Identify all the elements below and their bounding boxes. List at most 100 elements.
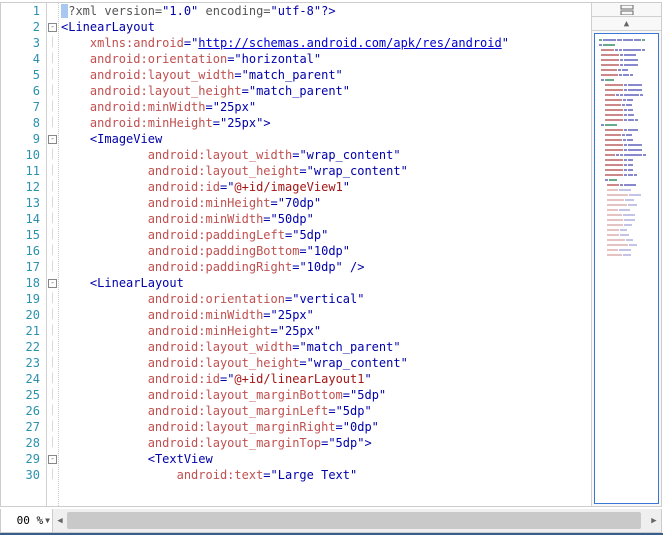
line-number[interactable]: 6	[1, 83, 40, 99]
line-number[interactable]: 11	[1, 163, 40, 179]
namespace-url[interactable]: http://schemas.android.com/apk/res/andro…	[198, 36, 501, 50]
code-line[interactable]: android:paddingBottom="10dp"	[59, 243, 591, 259]
fold-guide: │	[47, 339, 58, 355]
fold-toggle-icon[interactable]: -	[47, 451, 58, 467]
code-line[interactable]: android:layout_height="match_parent"	[59, 83, 591, 99]
code-line[interactable]: android:minHeight="70dp"	[59, 195, 591, 211]
code-line[interactable]: <?xml version="1.0" encoding="utf-8"?>	[59, 3, 591, 19]
code-line[interactable]: android:layout_height="wrap_content"	[59, 163, 591, 179]
fold-toggle-icon[interactable]: -	[47, 131, 58, 147]
minimap-panel: ▲	[591, 3, 661, 506]
line-number[interactable]: 25	[1, 387, 40, 403]
code-line[interactable]: <LinearLayout	[59, 275, 591, 291]
line-number[interactable]: 23	[1, 355, 40, 371]
scrollbar-thumb[interactable]	[67, 512, 641, 529]
code-line[interactable]: android:id="@+id/imageView1"	[59, 179, 591, 195]
fold-guide: │	[47, 227, 58, 243]
code-line[interactable]: xmlns:android="http://schemas.android.co…	[59, 35, 591, 51]
line-number[interactable]: 4	[1, 51, 40, 67]
zoom-value: 00 %	[17, 514, 44, 527]
line-number[interactable]: 13	[1, 195, 40, 211]
fold-guide: │	[47, 67, 58, 83]
code-line[interactable]: android:minHeight="25px"	[59, 323, 591, 339]
fold-guide: │	[47, 419, 58, 435]
fold-guide: │	[47, 435, 58, 451]
line-number[interactable]: 27	[1, 419, 40, 435]
fold-guide: │	[47, 467, 58, 483]
line-number[interactable]: 28	[1, 435, 40, 451]
code-line[interactable]: android:layout_marginBottom="5dp"	[59, 387, 591, 403]
line-number[interactable]: 9	[1, 131, 40, 147]
fold-guide: │	[47, 355, 58, 371]
code-line[interactable]: <ImageView	[59, 131, 591, 147]
line-number[interactable]: 18	[1, 275, 40, 291]
fold-guide: │	[47, 323, 58, 339]
zoom-level[interactable]: 00 % ▼	[1, 509, 53, 532]
code-area[interactable]: <?xml version="1.0" encoding="utf-8"?><L…	[59, 3, 591, 506]
line-number[interactable]: 1	[1, 3, 40, 19]
fold-guide: │	[47, 307, 58, 323]
code-line[interactable]: android:orientation="vertical"	[59, 291, 591, 307]
code-line[interactable]: <LinearLayout	[59, 19, 591, 35]
line-number[interactable]: 19	[1, 291, 40, 307]
code-line[interactable]: android:minHeight="25px">	[59, 115, 591, 131]
fold-guide: │	[47, 35, 58, 51]
fold-column[interactable]: -││││││-││││││││-││││││││││-│	[47, 3, 59, 506]
code-line[interactable]: android:layout_marginRight="0dp"	[59, 419, 591, 435]
line-number-gutter[interactable]: 1234567891011121314151617181920212223242…	[1, 3, 47, 506]
line-number[interactable]: 17	[1, 259, 40, 275]
line-number[interactable]: 21	[1, 323, 40, 339]
line-number[interactable]: 22	[1, 339, 40, 355]
line-number[interactable]: 26	[1, 403, 40, 419]
line-number[interactable]: 16	[1, 243, 40, 259]
fold-guide: │	[47, 163, 58, 179]
line-number[interactable]: 29	[1, 451, 40, 467]
line-number[interactable]: 7	[1, 99, 40, 115]
code-line[interactable]: android:layout_width="wrap_content"	[59, 147, 591, 163]
editor-body: 1234567891011121314151617181920212223242…	[1, 3, 661, 506]
horizontal-scrollbar[interactable]: ◀ ▶	[53, 509, 661, 532]
fold-guide: │	[47, 211, 58, 227]
fold-guide: │	[47, 147, 58, 163]
split-horizontal-icon[interactable]	[592, 3, 661, 17]
fold-toggle-icon[interactable]: -	[47, 19, 58, 35]
code-line[interactable]: android:id="@+id/linearLayout1"	[59, 371, 591, 387]
line-number[interactable]: 30	[1, 467, 40, 483]
scroll-left-icon[interactable]: ◀	[53, 509, 67, 532]
code-line[interactable]: android:layout_width="match_parent"	[59, 339, 591, 355]
code-line[interactable]: android:minWidth="25px"	[59, 99, 591, 115]
code-line[interactable]: android:minWidth="50dp"	[59, 211, 591, 227]
line-number[interactable]: 15	[1, 227, 40, 243]
fold-guide: │	[47, 291, 58, 307]
fold-guide: │	[47, 83, 58, 99]
code-line[interactable]: android:orientation="horizontal"	[59, 51, 591, 67]
scroll-right-icon[interactable]: ▶	[647, 509, 661, 532]
line-number[interactable]: 10	[1, 147, 40, 163]
line-number[interactable]: 2	[1, 19, 40, 35]
code-line[interactable]: android:layout_height="wrap_content"	[59, 355, 591, 371]
code-line[interactable]: android:layout_marginTop="5dp">	[59, 435, 591, 451]
code-line[interactable]: android:minWidth="25px"	[59, 307, 591, 323]
line-number[interactable]: 12	[1, 179, 40, 195]
line-number[interactable]: 5	[1, 67, 40, 83]
fold-guide: │	[47, 243, 58, 259]
fold-guide	[47, 3, 58, 19]
fold-guide: │	[47, 403, 58, 419]
line-number[interactable]: 24	[1, 371, 40, 387]
code-line[interactable]: android:paddingRight="10dp" />	[59, 259, 591, 275]
line-number[interactable]: 20	[1, 307, 40, 323]
chevron-down-icon: ▼	[45, 516, 50, 525]
scroll-up-icon[interactable]: ▲	[592, 17, 661, 31]
line-number[interactable]: 8	[1, 115, 40, 131]
line-number[interactable]: 14	[1, 211, 40, 227]
code-line[interactable]: android:text="Large Text"	[59, 467, 591, 483]
fold-guide: │	[47, 387, 58, 403]
code-line[interactable]: android:layout_marginLeft="5dp"	[59, 403, 591, 419]
fold-toggle-icon[interactable]: -	[47, 275, 58, 291]
minimap[interactable]	[594, 33, 659, 504]
line-number[interactable]: 3	[1, 35, 40, 51]
code-line[interactable]: android:paddingLeft="5dp"	[59, 227, 591, 243]
code-line[interactable]: android:layout_width="match_parent"	[59, 67, 591, 83]
code-line[interactable]: <TextView	[59, 451, 591, 467]
fold-guide: │	[47, 371, 58, 387]
